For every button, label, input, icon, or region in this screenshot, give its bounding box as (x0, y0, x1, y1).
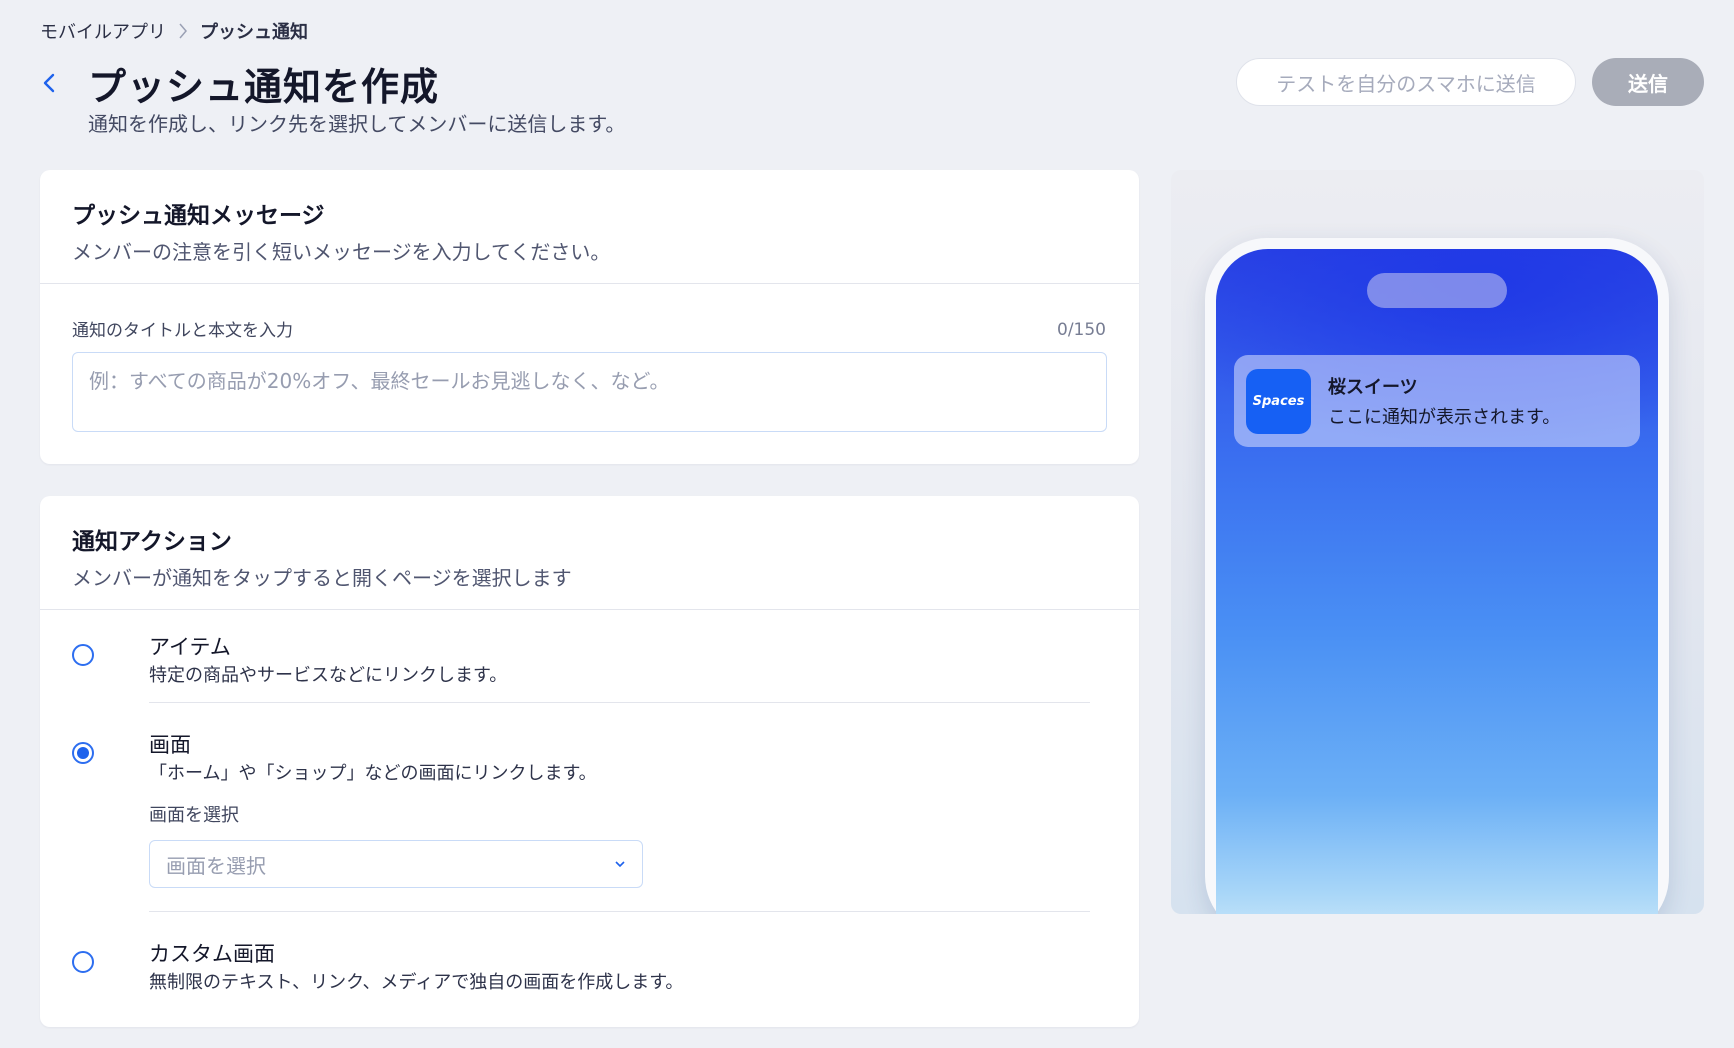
breadcrumb-item-current: プッシュ通知 (200, 22, 308, 43)
message-card-header: プッシュ通知メッセージ メンバーの注意を引く短いメッセージを入力してください。 (40, 170, 1139, 284)
notification-preview: Spaces 桜スイーツ ここに通知が表示されます。 (1234, 355, 1640, 447)
action-card-description: メンバーが通知をタップすると開くページを選択します (72, 566, 572, 590)
action-card: 通知アクション メンバーが通知をタップすると開くページを選択します アイテム 特… (40, 496, 1139, 1027)
action-card-header: 通知アクション メンバーが通知をタップすると開くページを選択します (40, 496, 1139, 610)
option-screen-description: 「ホーム」や「ショップ」などの画面にリンクします。 (149, 763, 597, 784)
screen-select-label: 画面を選択 (149, 805, 239, 826)
breadcrumb: モバイルアプリ プッシュ通知 (40, 18, 308, 44)
send-test-button[interactable]: テストを自分のスマホに送信 (1236, 58, 1576, 106)
notification-title: 桜スイーツ (1328, 377, 1418, 398)
message-card: プッシュ通知メッセージ メンバーの注意を引く短いメッセージを入力してください。 … (40, 170, 1139, 464)
action-card-title: 通知アクション (72, 529, 232, 555)
option-item: アイテム 特定の商品やサービスなどにリンクします。 (72, 631, 1090, 731)
option-item-description: 特定の商品やサービスなどにリンクします。 (149, 665, 508, 686)
option-custom-screen-title: カスタム画面 (149, 942, 275, 966)
phone-preview: Spaces 桜スイーツ ここに通知が表示されます。 (1171, 170, 1704, 914)
notification-text: 桜スイーツ ここに通知が表示されます。 (1328, 373, 1560, 429)
chevron-right-icon (166, 23, 200, 39)
option-custom-screen: カスタム画面 無制限のテキスト、リンク、メディアで独自の画面を作成します。 (72, 938, 1090, 998)
message-card-description: メンバーの注意を引く短いメッセージを入力してください。 (72, 240, 611, 264)
option-item-title: アイテム (149, 635, 231, 659)
screen-select-placeholder: 画面を選択 (166, 853, 266, 878)
option-divider (149, 911, 1090, 912)
chevron-down-icon (615, 861, 625, 868)
app-icon: Spaces (1246, 368, 1311, 434)
breadcrumb-item-mobile-app[interactable]: モバイルアプリ (40, 18, 166, 44)
message-card-title: プッシュ通知メッセージ (72, 203, 325, 229)
phone-screen: Spaces 桜スイーツ ここに通知が表示されます。 (1216, 249, 1658, 914)
radio-screen[interactable] (72, 742, 94, 764)
option-screen-title: 画面 (149, 733, 191, 757)
send-button[interactable]: 送信 (1592, 58, 1704, 106)
dynamic-island (1367, 273, 1507, 308)
option-divider (149, 702, 1090, 703)
notification-body: ここに通知が表示されます。 (1328, 407, 1561, 428)
radio-custom-screen[interactable] (72, 951, 94, 973)
page-title: プッシュ通知を作成 (88, 65, 440, 109)
option-custom-screen-description: 無制限のテキスト、リンク、メディアで独自の画面を作成します。 (149, 972, 684, 993)
message-field-label: 通知のタイトルと本文を入力 (72, 321, 293, 341)
chevron-left-icon (43, 73, 55, 93)
screen-select-dropdown[interactable]: 画面を選択 (149, 840, 643, 888)
message-input[interactable] (72, 352, 1107, 432)
phone-frame: Spaces 桜スイーツ ここに通知が表示されます。 (1205, 238, 1669, 914)
back-button[interactable] (36, 70, 62, 96)
radio-item[interactable] (72, 644, 94, 666)
option-screen: 画面 「ホーム」や「ショップ」などの画面にリンクします。 画面を選択 画面を選択 (72, 729, 1090, 929)
page-subtitle: 通知を作成し、リンク先を選択してメンバーに送信します。 (88, 112, 626, 136)
char-count: 0/150 (1057, 320, 1106, 340)
